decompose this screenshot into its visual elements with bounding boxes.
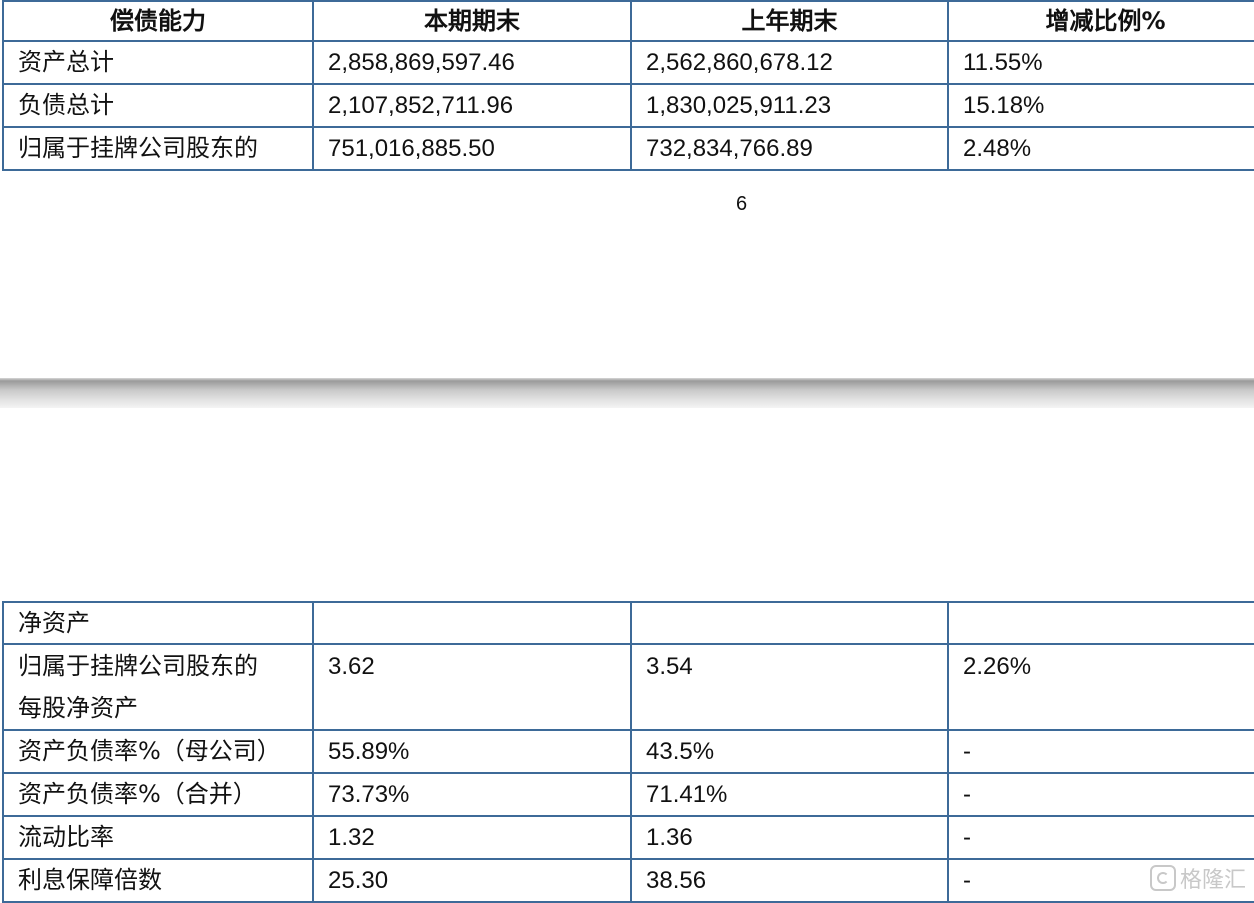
current-value: 25.30 bbox=[312, 858, 632, 903]
table-row: 资产负债率%（合并） 73.73% 71.41% - bbox=[2, 772, 1254, 817]
prior-value: 3.54 bbox=[630, 643, 949, 731]
watermark-text: 格隆汇 bbox=[1179, 868, 1246, 893]
table-row: 利息保障倍数 25.30 38.56 - bbox=[2, 858, 1254, 903]
change-value: 15.18% bbox=[947, 83, 1254, 128]
current-value: 2,858,869,597.46 bbox=[312, 40, 632, 85]
current-value: 751,016,885.50 bbox=[312, 126, 632, 171]
table-row: 归属于挂牌公司股东的 751,016,885.50 732,834,766.89… bbox=[2, 126, 1254, 171]
row-label-line1: 归属于挂牌公司股东的 bbox=[18, 652, 258, 680]
row-label: 归属于挂牌公司股东的 bbox=[2, 126, 314, 171]
row-label: 资产总计 bbox=[2, 40, 314, 85]
row-label: 资产负债率%（母公司） bbox=[2, 729, 314, 774]
header-solvency: 偿债能力 bbox=[2, 0, 314, 42]
row-label: 负债总计 bbox=[2, 83, 314, 128]
watermark: 格隆汇 bbox=[1149, 862, 1246, 894]
row-label: 利息保障倍数 bbox=[2, 858, 314, 903]
header-change-ratio: 增减比例% bbox=[947, 0, 1254, 42]
current-value: 2,107,852,711.96 bbox=[312, 83, 632, 128]
header-current-period-end: 本期期末 bbox=[312, 0, 632, 42]
change-value: - bbox=[947, 815, 1254, 860]
table-row: 资产负债率%（母公司） 55.89% 43.5% - bbox=[2, 729, 1254, 774]
solvency-table-bottom: 净资产 归属于挂牌公司股东的 每股净资产 3.62 3.54 2.26% 资产负债… bbox=[2, 601, 1254, 903]
change-value: 2.48% bbox=[947, 126, 1254, 171]
prior-value: 43.5% bbox=[630, 729, 949, 774]
current-value: 73.73% bbox=[312, 772, 632, 817]
change-value: - bbox=[947, 729, 1254, 774]
current-value: 3.62 bbox=[312, 643, 632, 731]
table-header-row: 偿债能力 本期期末 上年期末 增减比例% bbox=[2, 0, 1254, 42]
table-row: 归属于挂牌公司股东的 每股净资产 3.62 3.54 2.26% bbox=[2, 643, 1254, 731]
prior-value: 1.36 bbox=[630, 815, 949, 860]
prior-value: 38.56 bbox=[630, 858, 949, 903]
change-value: 2.26% bbox=[947, 643, 1254, 731]
current-value bbox=[312, 601, 632, 645]
change-value: 11.55% bbox=[947, 40, 1254, 85]
prior-value: 71.41% bbox=[630, 772, 949, 817]
table-row: 流动比率 1.32 1.36 - bbox=[2, 815, 1254, 860]
solvency-table-top: 偿债能力 本期期末 上年期末 增减比例% 资产总计 2,858,869,597.… bbox=[2, 0, 1254, 171]
prior-value bbox=[630, 601, 949, 645]
page-break-divider bbox=[0, 378, 1254, 408]
prior-value: 732,834,766.89 bbox=[630, 126, 949, 171]
row-label-line2: 每股净资产 bbox=[18, 694, 138, 722]
table-row: 负债总计 2,107,852,711.96 1,830,025,911.23 1… bbox=[2, 83, 1254, 128]
row-label: 资产负债率%（合并） bbox=[2, 772, 314, 817]
prior-value: 1,830,025,911.23 bbox=[630, 83, 949, 128]
current-value: 1.32 bbox=[312, 815, 632, 860]
page-number: 6 bbox=[736, 193, 748, 215]
row-label: 流动比率 bbox=[2, 815, 314, 860]
table-row: 净资产 bbox=[2, 601, 1254, 645]
header-prior-year-end: 上年期末 bbox=[630, 0, 949, 42]
gelonghui-logo-icon bbox=[1149, 865, 1176, 891]
change-value: - bbox=[947, 772, 1254, 817]
prior-value: 2,562,860,678.12 bbox=[630, 40, 949, 85]
current-value: 55.89% bbox=[312, 729, 632, 774]
row-label: 归属于挂牌公司股东的 每股净资产 bbox=[2, 643, 314, 731]
row-label: 净资产 bbox=[2, 601, 314, 645]
change-value bbox=[947, 601, 1254, 645]
table-row: 资产总计 2,858,869,597.46 2,562,860,678.12 1… bbox=[2, 40, 1254, 85]
